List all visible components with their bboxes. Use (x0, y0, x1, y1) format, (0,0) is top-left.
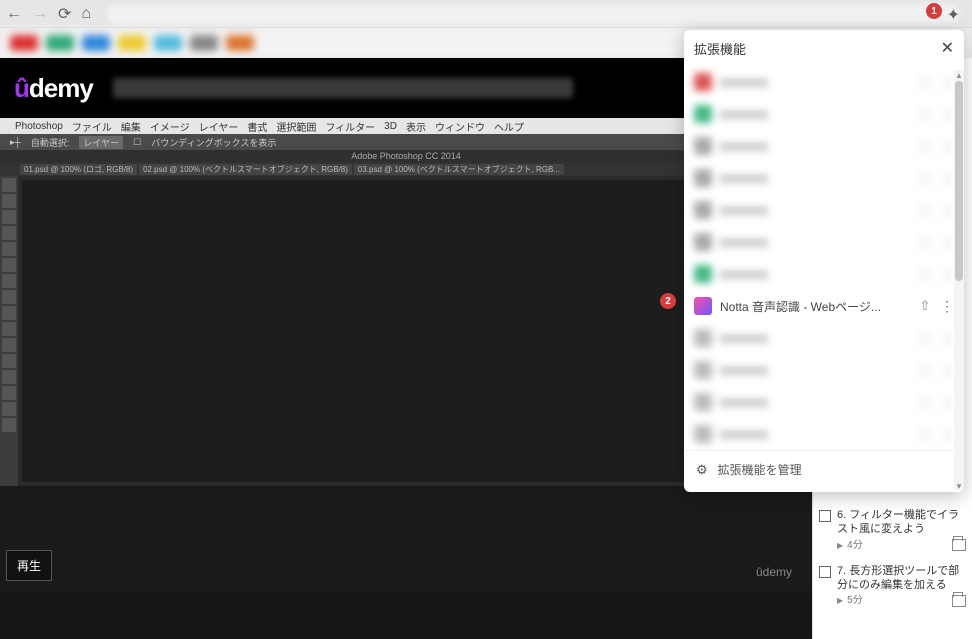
extensions-popup: 拡張機能 ✕ xxxxxxxx⬚⋮ xxxxxxxx⬚⋮ xxxxxxxx⬚⋮ … (684, 30, 964, 492)
nav-back-button[interactable]: ← (6, 5, 22, 23)
play-icon (837, 594, 843, 607)
udemy-watermark: ûdemy (756, 565, 792, 579)
manage-extensions-link[interactable]: ⚙ 拡張機能を管理 (684, 450, 964, 488)
checkbox-icon[interactable] (819, 566, 831, 578)
ps-toolbox (0, 176, 18, 486)
nav-home-button[interactable]: ⌂ (81, 5, 91, 23)
scrollbar[interactable]: ▴▾ (954, 70, 964, 490)
nav-reload-button[interactable]: ⟳ (58, 4, 71, 24)
extensions-icon[interactable]: ✦ (947, 5, 960, 25)
download-icon[interactable] (952, 595, 966, 607)
play-icon (837, 539, 843, 552)
checkbox-icon[interactable] (819, 510, 831, 522)
course-title (113, 78, 573, 98)
player-controls[interactable] (0, 593, 812, 639)
pin-icon[interactable]: ⇧ (918, 298, 932, 314)
lesson-title: 7. 長方形選択ツールで部分にのみ編集を加える (837, 564, 966, 593)
nav-forward-button[interactable]: → (32, 5, 48, 23)
callout-marker-1: 1 (926, 3, 942, 19)
more-icon[interactable]: ⋮ (940, 298, 954, 315)
lesson-item-7[interactable]: 7. 長方形選択ツールで部分にのみ編集を加える 5分 (819, 558, 966, 614)
lesson-item-6[interactable]: 6. フィルター機能でイラスト風に変えよう 4分 (819, 502, 966, 558)
extensions-title: 拡張機能 (694, 39, 746, 58)
callout-marker-2: 2 (660, 293, 676, 309)
notta-extension-icon (694, 297, 712, 315)
play-button[interactable]: 再生 (6, 550, 52, 581)
extension-item-notta[interactable]: Notta 音声認識 - Webページ... ⇧ ⋮ (684, 290, 964, 322)
extension-name: Notta 音声認識 - Webページ... (720, 298, 910, 315)
download-icon[interactable] (952, 539, 966, 551)
close-icon[interactable]: ✕ (941, 38, 954, 58)
lesson-title: 6. フィルター機能でイラスト風に変えよう (837, 508, 966, 537)
address-bar[interactable] (107, 4, 960, 24)
gear-icon: ⚙ (696, 462, 708, 478)
ps-canvas (22, 180, 748, 482)
udemy-logo[interactable]: ûdemy (14, 73, 93, 104)
browser-toolbar: ← → ⟳ ⌂ (0, 0, 972, 28)
